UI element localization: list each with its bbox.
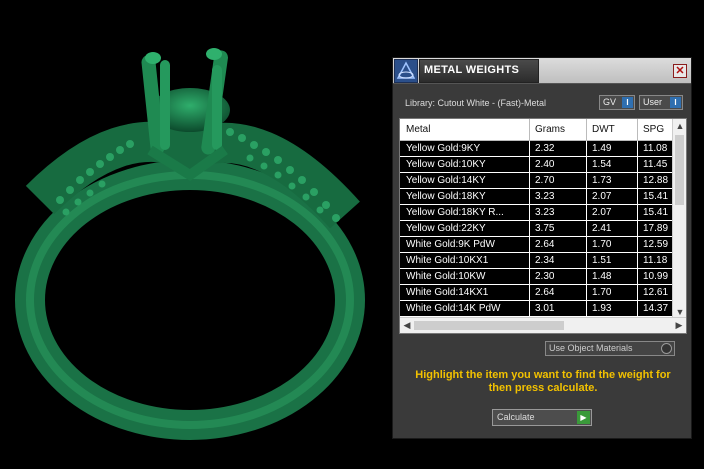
table-row[interactable]: Yellow Gold:9KY 2.32 1.49 11.08	[400, 141, 674, 157]
table-row[interactable]: White Gold:14KX1 2.64 1.70 12.61	[400, 285, 674, 301]
scroll-down-icon[interactable]: ▼	[673, 307, 686, 317]
cell-spg: 11.08	[643, 143, 668, 154]
vertical-scroll-thumb[interactable]	[675, 135, 684, 205]
table-row[interactable]: Yellow Gold:18KY R... 3.23 2.07 15.41	[400, 205, 674, 221]
cell-grams: 2.40	[535, 159, 555, 170]
cell-spg: 11.18	[643, 255, 668, 266]
calculate-button[interactable]: Calculate ▶	[492, 409, 592, 426]
cell-metal: Yellow Gold:14KY	[406, 175, 486, 186]
user-label: User	[643, 97, 663, 107]
scroll-left-icon[interactable]: ◀	[400, 320, 414, 331]
vertical-scrollbar[interactable]: ▲ ▼	[672, 119, 686, 319]
cell-dwt: 1.93	[592, 303, 612, 314]
cell-grams: 3.01	[535, 303, 555, 314]
cell-dwt: 1.73	[592, 175, 612, 186]
horizontal-scroll-thumb[interactable]	[414, 321, 564, 330]
cell-metal: White Gold:10KW	[406, 271, 486, 282]
radio-icon	[661, 343, 672, 354]
cell-spg: 17.89	[643, 223, 669, 234]
cell-dwt: 2.07	[592, 191, 612, 202]
cell-dwt: 1.70	[592, 287, 612, 298]
cell-spg: 10.99	[643, 271, 669, 282]
metal-weights-panel: METAL WEIGHTS ✕ Library: Cutout White - …	[392, 57, 692, 439]
header-spg[interactable]: SPG	[643, 124, 664, 135]
cell-dwt: 1.70	[592, 239, 612, 250]
cell-metal: White Gold:10KX1	[406, 255, 489, 266]
scroll-right-icon[interactable]: ▶	[672, 320, 686, 331]
cell-dwt: 2.07	[592, 207, 612, 218]
cell-grams: 2.34	[535, 255, 555, 266]
table-row[interactable]: Yellow Gold:14KY 2.70 1.73 12.88	[400, 173, 674, 189]
table-row[interactable]: White Gold:9K PdW 2.64 1.70 12.59	[400, 237, 674, 253]
cell-metal: Yellow Gold:18KY R...	[406, 207, 504, 218]
horizontal-scrollbar[interactable]: ◀ ▶	[400, 317, 686, 333]
3d-viewport[interactable]	[0, 0, 392, 469]
header-metal[interactable]: Metal	[406, 124, 430, 135]
hint-text: Highlight the item you want to find the …	[415, 369, 671, 394]
cell-dwt: 1.54	[592, 159, 612, 170]
library-label: Library: Cutout White - (Fast)-Metal	[405, 98, 547, 108]
cell-grams: 2.70	[535, 175, 555, 186]
cell-metal: Yellow Gold:9KY	[406, 143, 481, 154]
table-row[interactable]: White Gold:10KX1 2.34 1.51 11.18	[400, 253, 674, 269]
table-row[interactable]: Yellow Gold:10KY 2.40 1.54 11.45	[400, 157, 674, 173]
cell-grams: 2.32	[535, 143, 555, 154]
ring-model	[15, 48, 365, 440]
table-row[interactable]: White Gold:14K PdW 3.01 1.93 14.37	[400, 301, 674, 317]
panel-titlebar[interactable]: METAL WEIGHTS ✕	[393, 58, 691, 84]
use-object-materials-label: Use Object Materials	[549, 343, 633, 353]
cell-metal: Yellow Gold:22KY	[406, 223, 486, 234]
cell-spg: 15.41	[643, 207, 669, 218]
cell-dwt: 1.51	[592, 255, 612, 266]
cell-spg: 11.45	[643, 159, 668, 170]
cell-metal: White Gold:14KX1	[406, 287, 489, 298]
use-object-materials-toggle[interactable]: Use Object Materials	[545, 341, 675, 356]
cell-grams: 3.75	[535, 223, 555, 234]
scroll-up-icon[interactable]: ▲	[673, 121, 686, 131]
cell-grams: 3.23	[535, 191, 555, 202]
gv-label: GV	[603, 97, 617, 107]
cell-metal: Yellow Gold:18KY	[406, 191, 486, 202]
app-logo-icon	[394, 59, 418, 83]
cell-dwt: 1.48	[592, 271, 612, 282]
cell-spg: 12.88	[643, 175, 669, 186]
cell-dwt: 1.49	[592, 143, 612, 154]
cell-grams: 3.23	[535, 207, 555, 218]
cell-dwt: 2.41	[592, 223, 612, 234]
table-body: Yellow Gold:9KY 2.32 1.49 11.08 Yellow Gold…	[400, 141, 674, 317]
panel-title: METAL WEIGHTS	[424, 64, 520, 76]
title-tab: METAL WEIGHTS	[419, 59, 539, 83]
cell-grams: 2.64	[535, 239, 555, 250]
close-button[interactable]: ✕	[673, 64, 687, 78]
header-dwt[interactable]: DWT	[592, 124, 615, 135]
header-grams[interactable]: Grams	[535, 124, 565, 135]
user-toggle[interactable]: User I	[639, 95, 683, 110]
play-icon: ▶	[577, 411, 590, 424]
cell-grams: 2.64	[535, 287, 555, 298]
table-header: Metal Grams DWT SPG	[400, 119, 686, 141]
cell-grams: 2.30	[535, 271, 555, 282]
gv-toggle[interactable]: GV I	[599, 95, 635, 110]
cell-metal: White Gold:14K PdW	[406, 303, 501, 314]
cell-metal: Yellow Gold:10KY	[406, 159, 486, 170]
cell-spg: 15.41	[643, 191, 669, 202]
table-row[interactable]: White Gold:10KW 2.30 1.48 10.99	[400, 269, 674, 285]
cell-metal: White Gold:9K PdW	[406, 239, 495, 250]
metal-table[interactable]: Metal Grams DWT SPG Yellow Gold:9KY 2.32 1…	[399, 118, 687, 334]
cell-spg: 12.59	[643, 239, 669, 250]
table-row[interactable]: Yellow Gold:22KY 3.75 2.41 17.89	[400, 221, 674, 237]
cell-spg: 12.61	[643, 287, 669, 298]
calculate-label: Calculate	[497, 412, 535, 422]
cell-spg: 14.37	[643, 303, 669, 314]
info-icon: I	[670, 97, 681, 108]
table-row[interactable]: Yellow Gold:18KY 3.23 2.07 15.41	[400, 189, 674, 205]
info-icon: I	[622, 97, 633, 108]
